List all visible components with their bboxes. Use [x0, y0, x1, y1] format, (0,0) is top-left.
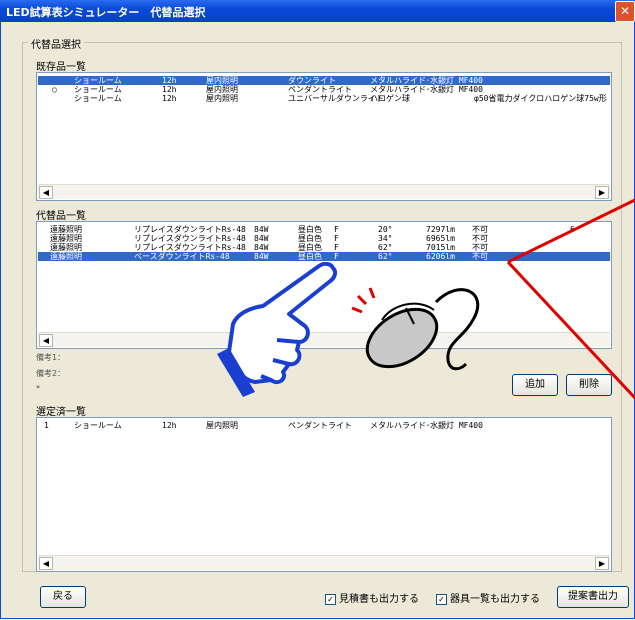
callout-line-top [507, 198, 635, 264]
callout-line-bottom [506, 260, 635, 400]
pointing-hand-icon [217, 262, 338, 397]
mouse-icon [351, 287, 480, 371]
